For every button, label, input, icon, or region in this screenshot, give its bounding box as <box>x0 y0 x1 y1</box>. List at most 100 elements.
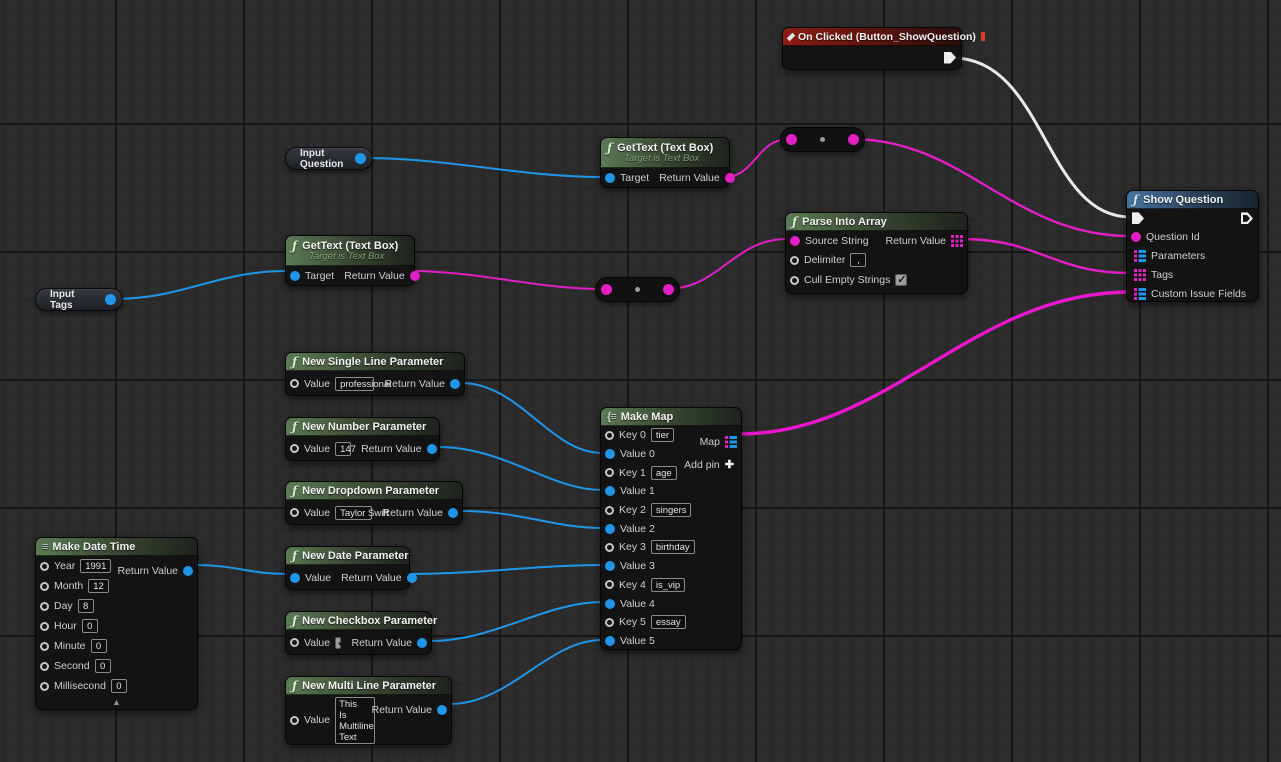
value-field[interactable]: Taylor Swift <box>335 506 372 520</box>
exec-out-pin[interactable] <box>944 52 956 64</box>
node-parse-into-array[interactable]: ƒ Parse Into Array Source String Return … <box>785 212 968 294</box>
collapse-arrow-icon[interactable]: ▲ <box>112 697 121 707</box>
value-pin[interactable] <box>290 573 300 583</box>
custom-issue-fields-map-pin[interactable] <box>1134 288 1146 300</box>
node-header[interactable]: ƒ New Checkbox Parameter <box>286 612 431 630</box>
value-3-pin[interactable] <box>605 561 615 571</box>
value-pin[interactable] <box>290 638 299 647</box>
reroute-out-pin[interactable] <box>663 284 674 295</box>
value-0-pin[interactable] <box>605 449 615 459</box>
node-gettext-tags[interactable]: ƒ GetText (Text Box) Target is Text Box … <box>285 235 415 286</box>
second-pin[interactable] <box>40 662 49 671</box>
value-pin[interactable] <box>290 444 299 453</box>
node-input-tags[interactable]: Input Tags <box>35 288 123 311</box>
month-pin[interactable] <box>40 582 49 591</box>
target-pin[interactable] <box>290 271 300 281</box>
return-value-pin[interactable] <box>725 173 735 183</box>
key-2-pin[interactable] <box>605 506 614 515</box>
key-1-field[interactable]: age <box>651 466 677 480</box>
return-value-pin[interactable] <box>450 379 460 389</box>
value-pin[interactable] <box>290 379 299 388</box>
reroute-in-pin[interactable] <box>601 284 612 295</box>
target-pin[interactable] <box>605 173 615 183</box>
delegate-pin[interactable] <box>981 32 985 41</box>
value-5-pin[interactable] <box>605 636 615 646</box>
node-header[interactable]: ƒ Show Question <box>1127 191 1258 209</box>
node-header[interactable]: ƒ GetText (Text Box) Target is Text Box <box>286 236 414 266</box>
node-new-number-parameter[interactable]: ƒ New Number Parameter Value 147 Return … <box>285 417 440 461</box>
minute-field[interactable]: 0 <box>91 639 107 653</box>
node-header[interactable]: ƒ New Date Parameter <box>286 547 409 565</box>
node-new-single-line-parameter[interactable]: ƒ New Single Line Parameter Value profes… <box>285 352 465 396</box>
key-3-field[interactable]: birthday <box>651 540 695 554</box>
add-pin-icon[interactable]: ✚ <box>725 458 734 471</box>
blueprint-canvas[interactable]: On Clicked (Button_ShowQuestion) ƒ GetTe… <box>0 0 1281 762</box>
node-header[interactable]: ƒ GetText (Text Box) Target is Text Box <box>601 138 729 168</box>
node-make-map[interactable]: {≡ Make Map Map Add pin ✚ Key 0 tier Val… <box>600 407 742 650</box>
cull-empty-strings-checkbox[interactable] <box>895 274 907 286</box>
day-field[interactable]: 8 <box>78 599 94 613</box>
day-pin[interactable] <box>40 602 49 611</box>
node-new-multi-line-parameter[interactable]: ƒ New Multi Line Parameter Return Value … <box>285 676 452 745</box>
value-4-pin[interactable] <box>605 599 615 609</box>
return-value-pin[interactable] <box>448 508 458 518</box>
return-value-pin[interactable] <box>417 638 427 648</box>
variable-out-pin[interactable] <box>355 153 366 164</box>
key-1-pin[interactable] <box>605 468 614 477</box>
key-3-pin[interactable] <box>605 543 614 552</box>
millisecond-field[interactable]: 0 <box>111 679 127 693</box>
key-5-pin[interactable] <box>605 618 614 627</box>
return-array-pin[interactable] <box>951 235 963 247</box>
return-value-pin[interactable] <box>410 271 420 281</box>
value-field[interactable]: 147 <box>335 442 351 456</box>
node-header[interactable]: ƒ New Number Parameter <box>286 418 439 436</box>
reroute-node-question[interactable] <box>780 127 865 152</box>
node-header[interactable]: ƒ New Dropdown Parameter <box>286 482 462 500</box>
node-header[interactable]: ƒ New Multi Line Parameter <box>286 677 451 695</box>
value-pin[interactable] <box>290 716 299 725</box>
source-string-pin[interactable] <box>790 236 800 246</box>
key-2-field[interactable]: singers <box>651 503 692 517</box>
question-id-pin[interactable] <box>1131 232 1141 242</box>
node-input-question[interactable]: Input Question <box>285 147 373 170</box>
value-1-pin[interactable] <box>605 486 615 496</box>
value-multiline-field[interactable]: This Is Multiline Text <box>335 697 375 744</box>
return-value-pin[interactable] <box>427 444 437 454</box>
millisecond-pin[interactable] <box>40 682 49 691</box>
delimiter-pin[interactable] <box>790 256 799 265</box>
value-field[interactable]: professional <box>335 377 374 391</box>
key-5-field[interactable]: essay <box>651 615 686 629</box>
reroute-in-pin[interactable] <box>786 134 797 145</box>
cull-empty-strings-pin[interactable] <box>790 276 799 285</box>
key-4-pin[interactable] <box>605 580 614 589</box>
node-header[interactable]: ≡ Make Date Time <box>36 538 197 556</box>
node-make-date-time[interactable]: ≡ Make Date Time Return Value Year 1991 … <box>35 537 198 710</box>
node-gettext-question[interactable]: ƒ GetText (Text Box) Target is Text Box … <box>600 137 730 188</box>
variable-out-pin[interactable] <box>105 294 116 305</box>
minute-pin[interactable] <box>40 642 49 651</box>
node-show-question[interactable]: ƒ Show Question Question Id Parameters T… <box>1126 190 1259 302</box>
delimiter-field[interactable]: , <box>850 253 866 267</box>
key-4-field[interactable]: is_vip <box>651 578 685 592</box>
node-header[interactable]: ƒ Parse Into Array <box>786 213 967 231</box>
second-field[interactable]: 0 <box>95 659 111 673</box>
tags-array-pin[interactable] <box>1134 269 1146 281</box>
value-checkbox[interactable] <box>335 637 341 649</box>
node-header[interactable]: On Clicked (Button_ShowQuestion) <box>783 28 961 46</box>
hour-field[interactable]: 0 <box>82 619 98 633</box>
node-header[interactable]: {≡ Make Map <box>601 408 741 426</box>
reroute-node-tags[interactable] <box>595 277 680 302</box>
node-new-dropdown-parameter[interactable]: ƒ New Dropdown Parameter Value Taylor Sw… <box>285 481 463 525</box>
node-new-checkbox-parameter[interactable]: ƒ New Checkbox Parameter Value Return Va… <box>285 611 432 655</box>
node-header[interactable]: ƒ New Single Line Parameter <box>286 353 464 371</box>
node-on-clicked[interactable]: On Clicked (Button_ShowQuestion) <box>782 27 962 70</box>
value-2-pin[interactable] <box>605 524 615 534</box>
key-0-pin[interactable] <box>605 431 614 440</box>
parameters-map-pin[interactable] <box>1134 250 1146 262</box>
year-pin[interactable] <box>40 562 49 571</box>
year-field[interactable]: 1991 <box>80 559 111 573</box>
exec-in-pin[interactable] <box>1132 212 1144 224</box>
node-new-date-parameter[interactable]: ƒ New Date Parameter Value Return Value <box>285 546 410 590</box>
month-field[interactable]: 12 <box>88 579 109 593</box>
map-out-pin[interactable] <box>725 436 737 448</box>
